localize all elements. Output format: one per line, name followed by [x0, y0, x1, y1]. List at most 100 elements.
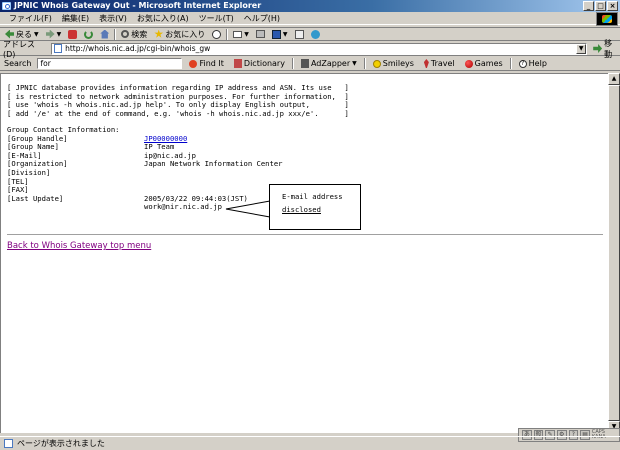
horizontal-rule — [7, 234, 603, 236]
games-label: Games — [474, 59, 503, 68]
toolbar-separator — [226, 28, 229, 40]
discuss-icon — [294, 29, 304, 39]
address-url: http://whois.nic.ad.jp/cgi-bin/whois_gw — [65, 44, 211, 53]
field-label — [7, 203, 144, 212]
favorites-label: お気に入り — [165, 29, 206, 39]
help-button[interactable]: ? Help — [516, 59, 550, 68]
messenger-icon — [310, 29, 320, 39]
scroll-up-button[interactable]: ▲ — [608, 73, 620, 85]
history-icon — [212, 29, 222, 39]
callout-pointer — [225, 200, 271, 218]
database-notice: [ JPNIC database provides information re… — [7, 83, 349, 118]
callout-line-1: E-mail address — [282, 192, 343, 201]
field-row: [TEL] — [7, 177, 282, 187]
menu-favorites[interactable]: お気に入り(A) — [132, 12, 194, 25]
chevron-down-icon: ▼ — [244, 30, 249, 38]
minimize-button[interactable]: _ — [583, 1, 594, 11]
help-icon: ? — [518, 59, 527, 68]
findit-button[interactable]: Find It — [186, 59, 226, 68]
help-label: Help — [528, 59, 547, 68]
adzapper-button[interactable]: AdZapper ▼ — [298, 59, 360, 68]
discuss-button[interactable] — [293, 28, 306, 40]
notice-line: [ add '/e' at the end of command, e.g. '… — [7, 108, 349, 118]
home-icon — [100, 29, 110, 39]
status-bar: ページが表示されました — [0, 436, 620, 450]
smileys-button[interactable]: Smileys — [370, 59, 417, 68]
search-icon — [121, 30, 130, 38]
print-button[interactable] — [254, 28, 267, 40]
chevron-down-icon: ▼ — [34, 30, 39, 38]
word-icon — [271, 29, 281, 39]
refresh-icon — [84, 29, 94, 39]
menu-view[interactable]: 表示(V) — [94, 12, 132, 25]
dictionary-label: Dictionary — [243, 59, 285, 68]
toolbar-separator — [291, 58, 294, 69]
refresh-button[interactable] — [82, 28, 95, 40]
adzapper-label: AdZapper — [310, 59, 351, 68]
games-icon — [464, 59, 473, 68]
status-text: ページが表示されました — [17, 439, 105, 448]
games-button[interactable]: Games — [462, 59, 506, 68]
edit-button[interactable]: ▼ — [270, 28, 290, 40]
dictionary-button[interactable]: Dictionary — [231, 59, 288, 68]
mail-button[interactable]: ▼ — [231, 28, 251, 40]
address-label: アドレス(D) — [3, 39, 35, 59]
address-dropdown-button[interactable]: ▼ — [576, 43, 587, 54]
windows-logo-icon — [596, 12, 618, 26]
close-button[interactable]: × — [607, 1, 618, 11]
standard-toolbar: 戻る ▼ ▼ 検索 お気に入り ▼ ▼ — [0, 27, 620, 41]
search-toolbar-input[interactable] — [37, 58, 183, 69]
search-label: 検索 — [131, 29, 148, 39]
home-button[interactable] — [98, 28, 111, 40]
vertical-scrollbar[interactable]: ▲ ▼ — [608, 73, 620, 433]
toolbar-separator — [114, 28, 117, 40]
back-arrow-icon — [5, 29, 14, 39]
travel-icon — [423, 59, 429, 68]
page-icon — [54, 44, 63, 53]
search-button[interactable]: 検索 — [119, 28, 149, 40]
menu-file[interactable]: ファイル(F) — [4, 12, 57, 25]
window-title-bar[interactable]: JPNIC Whois Gateway Out - Microsoft Inte… — [0, 0, 620, 12]
print-icon — [255, 30, 265, 38]
mail-icon — [233, 30, 243, 38]
back-to-top-menu-link[interactable]: Back to Whois Gateway top menu — [7, 241, 151, 251]
stop-button[interactable] — [66, 28, 79, 40]
go-arrow-icon — [593, 44, 603, 53]
toolbar-separator — [363, 58, 366, 69]
smileys-label: Smileys — [382, 59, 414, 68]
field-value: Japan Network Information Center — [144, 159, 283, 169]
travel-label: Travel — [430, 59, 455, 68]
findit-label: Find It — [199, 59, 224, 68]
favorites-button[interactable]: お気に入り — [152, 28, 207, 40]
menu-tools[interactable]: ツール(T) — [194, 12, 239, 25]
search-toolbar: Search Find It Dictionary AdZapper ▼ Smi… — [0, 57, 620, 71]
travel-button[interactable]: Travel — [421, 59, 458, 68]
field-value: work@nir.nic.ad.jp — [144, 202, 222, 212]
smiley-icon — [372, 59, 381, 68]
field-row: [Division] — [7, 168, 282, 178]
address-input[interactable]: http://whois.nic.ad.jp/cgi-bin/whois_gw … — [51, 42, 588, 55]
forward-arrow-icon — [45, 29, 55, 39]
chevron-down-icon: ▼ — [56, 30, 62, 38]
email-disclosed-callout: E-mail address disclosed — [269, 184, 361, 230]
toolbar-separator — [509, 58, 512, 69]
menu-help[interactable]: ヘルプ(H) — [239, 12, 285, 25]
favorites-star-icon — [154, 29, 164, 38]
dictionary-icon — [233, 59, 242, 68]
callout-line-2: disclosed — [282, 204, 321, 214]
maximize-button[interactable]: □ — [595, 1, 606, 11]
messenger-button[interactable] — [309, 28, 322, 40]
search-toolbar-label: Search — [4, 59, 32, 68]
window-title: JPNIC Whois Gateway Out - Microsoft Inte… — [14, 1, 262, 10]
findit-icon — [189, 59, 198, 68]
menu-bar: ファイル(F) 編集(E) 表示(V) お気に入り(A) ツール(T) ヘルプ(… — [0, 12, 620, 25]
chevron-down-icon: ▼ — [352, 60, 357, 67]
menu-edit[interactable]: 編集(E) — [57, 12, 94, 25]
chevron-down-icon: ▼ — [282, 30, 288, 38]
adzapper-icon — [300, 59, 309, 68]
ie-icon — [2, 2, 11, 10]
scroll-thumb[interactable] — [608, 85, 620, 421]
history-button[interactable] — [210, 28, 223, 40]
address-bar: アドレス(D) http://whois.nic.ad.jp/cgi-bin/w… — [0, 39, 620, 59]
window-controls: _ □ × — [583, 1, 618, 11]
